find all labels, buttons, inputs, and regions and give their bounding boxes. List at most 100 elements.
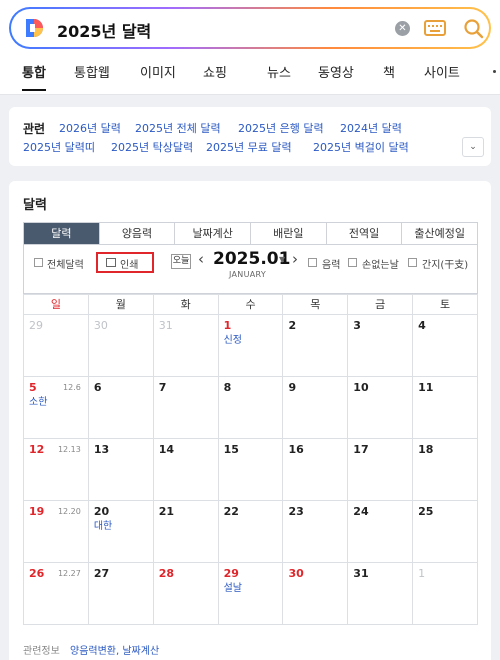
- day-number: 15: [223, 443, 239, 456]
- related-link[interactable]: 2026년 달력: [59, 120, 121, 136]
- calendar-day-cell[interactable]: 23: [283, 501, 349, 562]
- day-number: 7: [158, 381, 167, 394]
- related-info-links[interactable]: 양음력변환, 날짜계산: [70, 642, 159, 657]
- month-dropdown-icon[interactable]: ▼: [279, 255, 285, 264]
- calendar-day-cell[interactable]: 27: [89, 563, 154, 624]
- calendar-day-cell[interactable]: 1: [413, 563, 479, 624]
- day-event: 대한: [93, 521, 113, 532]
- tab-integrated-web[interactable]: 통합웹: [74, 62, 110, 81]
- calendar-day-cell[interactable]: 5 12.6 소한: [24, 377, 89, 438]
- calendar-grid: 일월화수목금토 29 30 31 1 신정 2 3 4 5 12.6 소한 6 7 8 9 10 11 12 12.…: [23, 294, 479, 625]
- day-number: 30: [288, 567, 304, 580]
- day-number: 24: [353, 505, 369, 518]
- weekday-label: 금: [348, 295, 414, 314]
- tab-videos[interactable]: 동영상: [318, 62, 354, 81]
- chevron-down-icon[interactable]: ⌄: [462, 137, 484, 157]
- calendar-day-cell[interactable]: 12 12.13: [24, 439, 89, 500]
- lunar-checkbox[interactable]: [308, 258, 317, 267]
- weekday-label: 월: [89, 295, 154, 314]
- day-number: 11: [418, 381, 434, 394]
- chevron-left-icon[interactable]: ‹: [198, 250, 204, 268]
- day-number: 13: [93, 443, 110, 456]
- day-number: 27: [93, 567, 110, 580]
- day-number: 3: [353, 319, 361, 332]
- related-link[interactable]: 2025년 벽걸이 달력: [313, 139, 409, 155]
- calendar-day-cell[interactable]: 24: [348, 501, 414, 562]
- related-link[interactable]: 2025년 무료 달력: [206, 139, 292, 155]
- subtab-calendar[interactable]: 달력: [24, 223, 99, 244]
- calendar-day-cell[interactable]: 13: [89, 439, 154, 500]
- related-searches: 관련 2026년 달력 2025년 전체 달력 2025년 은행 달력 2024…: [9, 107, 491, 166]
- tab-news[interactable]: 뉴스: [267, 62, 291, 81]
- calendar-day-cell[interactable]: 1 신정: [219, 315, 284, 376]
- calendar-day-cell[interactable]: 11: [413, 377, 479, 438]
- related-link[interactable]: 2025년 탁상달력: [111, 139, 193, 155]
- full-calendar-checkbox[interactable]: [34, 258, 43, 267]
- calendar-day-cell[interactable]: 20 대한: [89, 501, 154, 562]
- weekday-label: 수: [219, 295, 284, 314]
- clear-icon[interactable]: ✕: [395, 21, 410, 36]
- tab-integrated[interactable]: 통합: [22, 62, 46, 91]
- calendar-day-cell[interactable]: 30: [283, 563, 349, 624]
- weekday-header: 일월화수목금토: [24, 295, 479, 315]
- related-link[interactable]: 2024년 달력: [340, 120, 402, 136]
- related-link[interactable]: 2025년 전체 달력: [135, 120, 221, 136]
- calendar-day-cell[interactable]: 2: [283, 315, 349, 376]
- calendar-day-cell[interactable]: 6: [89, 377, 154, 438]
- calendar-week-row: 19 12.20 20 대한 21 22 23 24 25: [24, 501, 479, 563]
- day-number: 21: [158, 505, 175, 518]
- calendar-day-cell[interactable]: 28: [154, 563, 219, 624]
- calendar-day-cell[interactable]: 31: [154, 315, 219, 376]
- ganji-checkbox[interactable]: [408, 258, 417, 267]
- day-event: 소한: [29, 397, 48, 408]
- calendar-day-cell[interactable]: 8: [219, 377, 284, 438]
- tab-shopping[interactable]: 쇼핑: [203, 62, 227, 81]
- tab-images[interactable]: 이미지: [140, 62, 176, 81]
- calendar-day-cell[interactable]: 7: [154, 377, 219, 438]
- print-button[interactable]: 인쇄: [96, 252, 154, 273]
- subtab-due-date[interactable]: 출산예정일: [401, 223, 477, 244]
- search-icon[interactable]: [463, 18, 485, 40]
- search-box[interactable]: 2025년 달력 ✕: [9, 7, 491, 49]
- calendar-day-cell[interactable]: 10: [348, 377, 414, 438]
- search-tabs: 통합 통합웹 이미지 쇼핑 뉴스 동영상 책 사이트: [0, 58, 500, 94]
- calendar-day-cell[interactable]: 9: [283, 377, 349, 438]
- calendar-day-cell[interactable]: 18: [413, 439, 479, 500]
- keyboard-icon[interactable]: [424, 20, 446, 36]
- tab-books[interactable]: 책: [383, 62, 395, 81]
- chevron-right-icon[interactable]: ›: [292, 250, 298, 268]
- calendar-day-cell[interactable]: 17: [348, 439, 414, 500]
- day-event: 신정: [223, 335, 242, 346]
- calendar-day-cell[interactable]: 19 12.20: [24, 501, 89, 562]
- day-number: 22: [223, 505, 239, 518]
- today-button[interactable]: 오늘: [171, 254, 191, 269]
- search-query[interactable]: 2025년 달력: [57, 18, 151, 42]
- calendar-day-cell[interactable]: 31: [348, 563, 414, 624]
- calendar-day-cell[interactable]: 4: [413, 315, 479, 376]
- calendar-subtabs: 달력 양음력 날짜계산 배란일 전역일 출산예정일: [23, 222, 478, 245]
- calendar-day-cell[interactable]: 22: [219, 501, 284, 562]
- related-link[interactable]: 2025년 은행 달력: [238, 120, 324, 136]
- calendar-day-cell[interactable]: 21: [154, 501, 219, 562]
- calendar-day-cell[interactable]: 29: [24, 315, 89, 376]
- tab-sites[interactable]: 사이트: [424, 62, 460, 81]
- calendar-day-cell[interactable]: 30: [89, 315, 154, 376]
- no-loss-day-checkbox[interactable]: [348, 258, 357, 267]
- calendar-day-cell[interactable]: 3: [348, 315, 414, 376]
- related-label: 관련: [23, 122, 46, 136]
- subtab-lunar[interactable]: 양음력: [98, 223, 175, 244]
- related-link[interactable]: 2025년 달력띠: [23, 139, 95, 155]
- calendar-day-cell[interactable]: 16: [283, 439, 349, 500]
- lunar-label: 음력: [322, 260, 341, 271]
- day-number: 1: [418, 567, 426, 580]
- calendar-day-cell[interactable]: 15: [219, 439, 284, 500]
- daum-logo[interactable]: [23, 17, 45, 39]
- calendar-day-cell[interactable]: 14: [154, 439, 219, 500]
- subtab-date-calc[interactable]: 날짜계산: [174, 223, 250, 244]
- calendar-day-cell[interactable]: 25: [413, 501, 479, 562]
- subtab-discharge[interactable]: 전역일: [325, 223, 402, 244]
- more-tabs-icon[interactable]: [493, 70, 496, 73]
- calendar-day-cell[interactable]: 26 12.27: [24, 563, 89, 624]
- calendar-day-cell[interactable]: 29 설날: [219, 563, 284, 624]
- subtab-ovulation[interactable]: 배란일: [250, 223, 326, 244]
